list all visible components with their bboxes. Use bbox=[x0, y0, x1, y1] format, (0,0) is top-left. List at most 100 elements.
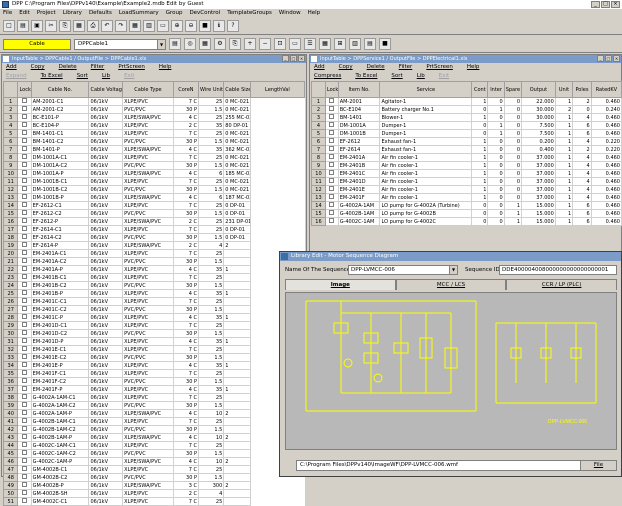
lock-checkbox[interactable] bbox=[22, 378, 28, 383]
cmd-to-excel[interactable]: To Excel bbox=[41, 72, 63, 81]
lock-cell[interactable] bbox=[17, 481, 32, 490]
sequence-name-select[interactable]: DPP-LVMCC-006 ▼ bbox=[348, 265, 458, 275]
table-row[interactable]: 6 EF-2612 Exhaust fan-1 1 0 0 0.200 1 4 0.220 bbox=[311, 137, 622, 146]
lock-cell[interactable] bbox=[324, 105, 339, 114]
lock-cell[interactable] bbox=[17, 321, 32, 330]
cable-select[interactable]: DPPCable1 ▼ bbox=[74, 38, 166, 50]
lock-checkbox[interactable] bbox=[329, 154, 335, 159]
lock-cell[interactable] bbox=[17, 473, 32, 482]
lock-checkbox[interactable] bbox=[22, 498, 28, 503]
table-row[interactable]: 46 G-4002C-1AM-P 06/1kV XLPE/SWA/PVC 4 C 10 2 bbox=[2, 457, 305, 466]
column-header[interactable]: Output bbox=[521, 81, 556, 98]
table-row[interactable]: 17 EF-2614-C1 06/1kV XLPE/PVC 7 C 25 0 DP-01 bbox=[2, 225, 305, 234]
table-row[interactable]: 6 BM-1401-C2 06/1kV PVC/PVC 30 P 1.5 0 MC-021 bbox=[2, 137, 305, 146]
maximize-icon[interactable]: □ bbox=[601, 1, 610, 8]
column-header[interactable]: Cable Type bbox=[122, 81, 174, 98]
cmd-add[interactable]: Add bbox=[6, 63, 17, 72]
lock-cell[interactable] bbox=[17, 265, 32, 274]
redo-icon[interactable]: ↷ bbox=[115, 19, 127, 32]
minus-icon[interactable]: − bbox=[259, 38, 271, 50]
table-row[interactable]: 10 DM-1001A-P 06/1kV XLPE/SWA/PVC 4 C 6 185 MC… bbox=[2, 169, 305, 178]
table-row[interactable]: 41 G-4002B-1AM-C1 06/1kV XLPE/PVC 7 C 25 bbox=[2, 417, 305, 426]
grid-icon[interactable]: ▦ bbox=[199, 38, 211, 50]
column-header[interactable]: Item No. bbox=[337, 81, 381, 98]
lock-cell[interactable] bbox=[324, 209, 339, 218]
lock-cell[interactable] bbox=[17, 121, 32, 130]
lock-checkbox[interactable] bbox=[329, 170, 335, 175]
cable-button[interactable]: Cable bbox=[3, 38, 71, 50]
table-row[interactable]: 25 EM-2401B-P 06/1kV XLPE/PVC 4 C 35 1 bbox=[2, 289, 305, 298]
lock-cell[interactable] bbox=[17, 497, 32, 506]
column-header[interactable]: Lock bbox=[17, 81, 32, 98]
dark-box-icon[interactable]: ■ bbox=[379, 38, 391, 50]
column-header[interactable]: RatedKV bbox=[590, 81, 622, 98]
table-row[interactable]: 26 EM-2401C-C1 06/1kV XLPE/PVC 7 C 25 bbox=[2, 297, 305, 306]
lock-checkbox[interactable] bbox=[22, 330, 28, 335]
table-row[interactable]: 13 EM-2401F Air fin cooler-1 1 0 0 37.000 1 4 0.4… bbox=[311, 193, 622, 202]
table-row[interactable]: 51 GM-4002C-C1 06/1kV XLPE/PVC 7 C 25 bbox=[2, 497, 305, 506]
lock-checkbox[interactable] bbox=[22, 410, 28, 415]
lock-cell[interactable] bbox=[17, 449, 32, 458]
lock-checkbox[interactable] bbox=[22, 130, 28, 135]
table-row[interactable]: 33 EM-2401E-C2 06/1kV PVC/PVC 30 P 1.5 bbox=[2, 353, 305, 362]
column-header[interactable]: Cont bbox=[471, 81, 489, 98]
table-row[interactable]: 42 G-4002B-1AM-C2 06/1kV PVC/PVC 30 P 1.5 bbox=[2, 425, 305, 434]
select-icon[interactable]: ⊡ bbox=[274, 38, 286, 50]
table-row[interactable]: 40 G-4002A-1AM-P 06/1kV XLPE/SWA/PVC 4 C 10 2 bbox=[2, 409, 305, 418]
lock-checkbox[interactable] bbox=[329, 218, 335, 223]
lock-cell[interactable] bbox=[17, 97, 32, 106]
column-header[interactable]: LengthVal bbox=[249, 81, 306, 98]
cmd-add[interactable]: Add bbox=[314, 63, 325, 72]
lock-cell[interactable] bbox=[324, 129, 339, 138]
table-row[interactable]: 38 G-4002A-1AM-C1 06/1kV XLPE/PVC 7 C 25 bbox=[2, 393, 305, 402]
lock-cell[interactable] bbox=[324, 217, 339, 226]
grid-icon[interactable]: ▦ bbox=[129, 19, 141, 32]
lock-cell[interactable] bbox=[17, 249, 32, 258]
lock-cell[interactable] bbox=[17, 201, 32, 210]
lock-checkbox[interactable] bbox=[22, 490, 28, 495]
lock-checkbox[interactable] bbox=[22, 258, 28, 263]
lock-checkbox[interactable] bbox=[329, 178, 335, 183]
column-header[interactable]: Cable Voltage bbox=[88, 81, 124, 98]
table-row[interactable]: 32 EM-2401E-C1 06/1kV XLPE/PVC 7 C 25 bbox=[2, 345, 305, 354]
lock-checkbox[interactable] bbox=[22, 226, 28, 231]
close-icon[interactable]: × bbox=[613, 55, 620, 62]
lock-checkbox[interactable] bbox=[22, 266, 28, 271]
list-icon[interactable]: ☰ bbox=[304, 38, 316, 50]
table-row[interactable]: 37 EM-2401F-P 06/1kV XLPE/PVC 4 C 35 1 bbox=[2, 385, 305, 394]
lock-checkbox[interactable] bbox=[22, 122, 28, 127]
column-header[interactable]: Cable Size bbox=[223, 81, 251, 98]
lock-checkbox[interactable] bbox=[22, 138, 28, 143]
cmd-lib[interactable]: Lib bbox=[417, 72, 425, 81]
lock-cell[interactable] bbox=[17, 465, 32, 474]
lock-cell[interactable] bbox=[17, 369, 32, 378]
table-row[interactable]: 30 EM-2401D-C2 06/1kV PVC/PVC 30 P 1.5 bbox=[2, 329, 305, 338]
lock-cell[interactable] bbox=[17, 217, 32, 226]
lock-checkbox[interactable] bbox=[22, 114, 28, 119]
monitor-icon[interactable]: ▭ bbox=[289, 38, 301, 50]
lock-checkbox[interactable] bbox=[22, 234, 28, 239]
lock-cell[interactable] bbox=[17, 385, 32, 394]
lock-checkbox[interactable] bbox=[22, 186, 28, 191]
chart-icon[interactable]: ▥ bbox=[349, 38, 361, 50]
lock-checkbox[interactable] bbox=[22, 402, 28, 407]
column-header[interactable]: Inter bbox=[487, 81, 505, 98]
table-row[interactable]: 49 GM-4002B-P 06/1kV XLPE/SWA/PVC 3 C 300 2 bbox=[2, 481, 305, 490]
table-row[interactable]: 14 G-4002A-1AM LO pump for G-4002A (Turbin… bbox=[311, 201, 622, 210]
lock-checkbox[interactable] bbox=[329, 98, 335, 103]
lock-checkbox[interactable] bbox=[22, 322, 28, 327]
lock-cell[interactable] bbox=[17, 241, 32, 250]
table-row[interactable]: 4 DM-1001A Dumper-1 0 1 0 7.500 1 6 0.460 bbox=[311, 121, 622, 130]
cmd-delete[interactable]: Delete bbox=[367, 63, 385, 72]
cmd-to-excel[interactable]: To Excel bbox=[355, 72, 377, 81]
lock-checkbox[interactable] bbox=[329, 194, 335, 199]
table-row[interactable]: 1 AM-2001 Agitator-1 1 0 0 22.000 1 2 0.460 bbox=[311, 97, 622, 106]
lock-checkbox[interactable] bbox=[329, 106, 335, 111]
table-row[interactable]: 31 EM-2401D-P 06/1kV XLPE/PVC 4 C 35 1 bbox=[2, 337, 305, 346]
lock-cell[interactable] bbox=[324, 193, 339, 202]
lock-cell[interactable] bbox=[324, 169, 339, 178]
cmd-filter[interactable]: Filter bbox=[399, 63, 413, 72]
lock-checkbox[interactable] bbox=[329, 122, 335, 127]
lock-checkbox[interactable] bbox=[22, 98, 28, 103]
cmd-sort[interactable]: Sort bbox=[77, 72, 88, 81]
